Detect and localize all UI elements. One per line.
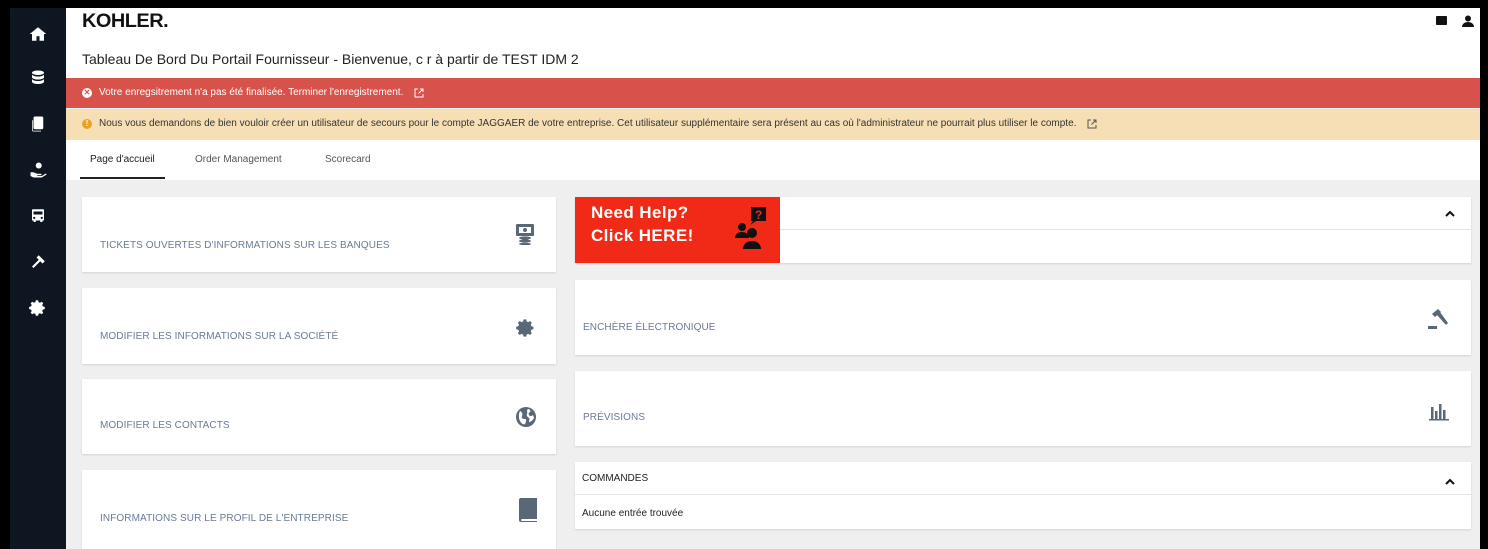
card-label: MODIFIER LES INFORMATIONS SUR LA SOCIÉTÉ: [100, 331, 339, 342]
sidebar-item-transport[interactable]: [10, 194, 66, 238]
commandes-panel: COMMANDES Aucune entrée trouvée: [575, 462, 1471, 529]
page-title: Tableau De Bord Du Portail Fournisseur -…: [82, 51, 579, 67]
main-content: KOHLER. Tableau De Bord Du Portail Fourn…: [66, 8, 1480, 549]
top-bar: KOHLER.: [66, 8, 1480, 40]
home-icon: [29, 27, 47, 41]
sidebar-item-database[interactable]: [10, 56, 66, 100]
help-line-2: Click HERE!: [591, 226, 694, 245]
tab-page-accueil[interactable]: Page d'accueil: [90, 154, 155, 165]
book-icon: [519, 498, 537, 522]
panel-divider: [780, 229, 1471, 230]
user-icon[interactable]: [1462, 15, 1474, 27]
card-label: MODIFIER LES CONTACTS: [100, 420, 230, 431]
database-icon: [32, 70, 44, 84]
money-icon: [514, 223, 536, 245]
window-icon[interactable]: [1436, 15, 1448, 27]
need-help-banner[interactable]: Need Help? Click HERE! ?: [575, 197, 780, 263]
tab-bar: Page d'accueil Order Management Scorecar…: [66, 140, 1480, 180]
commandes-empty-message: Aucune entrée trouvée: [582, 508, 684, 519]
title-bar: Tableau De Bord Du Portail Fournisseur -…: [66, 40, 1480, 78]
copy-icon: [32, 116, 44, 132]
help-people-icon: ?: [735, 207, 766, 249]
card-label: PRÉVISIONS: [583, 412, 646, 423]
card-enchere-electronique[interactable]: ENCHÈRE ÉLECTRONIQUE: [575, 280, 1471, 355]
active-tab-indicator: [80, 177, 165, 179]
chevron-up-icon[interactable]: [1444, 475, 1456, 487]
alert-error-text: Votre enregsitrement n'a pas été finalis…: [99, 87, 404, 98]
gavel-icon: [1428, 308, 1450, 330]
alert-warning-text: Nous vous demandons de bien vouloir crée…: [99, 118, 1077, 129]
alert-error: ✕ Votre enregsitrement n'a pas été final…: [66, 78, 1480, 108]
external-link-icon[interactable]: [414, 88, 424, 98]
bar-chart-icon: [1429, 401, 1449, 421]
commandes-title: COMMANDES: [582, 473, 649, 484]
help-panel: Need Help? Click HERE! ?: [575, 197, 1471, 263]
chevron-up-icon[interactable]: [1444, 207, 1456, 219]
card-label: INFORMATIONS SUR LE PROFIL DE L'ENTREPRI…: [100, 513, 349, 524]
app-frame: KOHLER. Tableau De Bord Du Portail Fourn…: [0, 0, 1488, 549]
sidebar-item-support[interactable]: [10, 148, 66, 192]
tab-scorecard[interactable]: Scorecard: [325, 154, 371, 165]
card-tickets-banques[interactable]: TICKETS OUVERTES D'INFORMATIONS SUR LES …: [82, 197, 556, 272]
svg-text:?: ?: [755, 208, 762, 222]
card-modifier-contacts[interactable]: MODIFIER LES CONTACTS: [82, 379, 556, 454]
sidebar-item-documents[interactable]: [10, 102, 66, 146]
tab-order-management[interactable]: Order Management: [195, 154, 282, 165]
card-label: ENCHÈRE ÉLECTRONIQUE: [583, 322, 716, 333]
external-link-icon[interactable]: [1087, 119, 1097, 129]
warning-icon: !: [82, 118, 92, 129]
error-icon: ✕: [82, 87, 92, 98]
card-previsions[interactable]: PRÉVISIONS: [575, 371, 1471, 446]
gear-icon: [29, 300, 45, 316]
hand-icon: [30, 162, 47, 178]
card-profil-entreprise[interactable]: INFORMATIONS SUR LE PROFIL DE L'ENTREPRI…: [82, 470, 556, 549]
alert-warning: ! Nous vous demandons de bien vouloir cr…: [66, 109, 1480, 140]
top-icons: [1436, 15, 1474, 27]
card-label: TICKETS OUVERTES D'INFORMATIONS SUR LES …: [100, 240, 390, 251]
help-line-1: Need Help?: [591, 203, 689, 222]
gear-icon: [516, 318, 536, 338]
sidebar-item-home[interactable]: [10, 12, 66, 56]
sidebar: [10, 8, 66, 549]
truck-icon: [32, 209, 44, 222]
card-modifier-societe[interactable]: MODIFIER LES INFORMATIONS SUR LA SOCIÉTÉ: [82, 288, 556, 364]
sidebar-item-tools[interactable]: [10, 240, 66, 284]
hammer-icon: [32, 255, 45, 268]
globe-icon: [515, 406, 537, 428]
kohler-logo[interactable]: KOHLER.: [82, 11, 169, 33]
panel-divider: [575, 494, 1471, 495]
sidebar-item-settings[interactable]: [10, 286, 66, 330]
